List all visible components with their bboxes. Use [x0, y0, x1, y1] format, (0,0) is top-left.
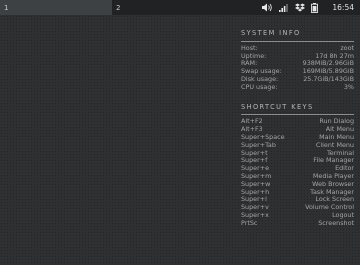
- section-divider: [241, 40, 354, 42]
- workspace-1-label: 1: [4, 3, 9, 12]
- clock[interactable]: 16:54: [332, 3, 354, 12]
- workspace-1[interactable]: 1: [0, 0, 112, 15]
- shortcut-keys-title: SHORTCUT KEYS: [241, 102, 314, 111]
- dropbox-icon[interactable]: [295, 3, 306, 12]
- info-row-cpu: CPU usage: 3%: [241, 82, 354, 91]
- section-divider: [241, 114, 354, 116]
- workspace-2[interactable]: 2: [112, 0, 172, 15]
- volume-icon[interactable]: [262, 3, 273, 12]
- signal-icon[interactable]: [279, 3, 289, 12]
- shortcut-row: PrtSc Screenshot: [241, 218, 354, 227]
- system-info-title: SYSTEM INFO: [241, 29, 301, 37]
- conky-panel: SYSTEM INFO Host: zoot Uptime: 17d 8h 27m …: [241, 29, 354, 228]
- top-panel: 1 2 16:54: [0, 0, 360, 15]
- system-tray: 16:54: [256, 0, 354, 15]
- workspace-2-label: 2: [116, 3, 121, 12]
- battery-icon[interactable]: [311, 2, 319, 13]
